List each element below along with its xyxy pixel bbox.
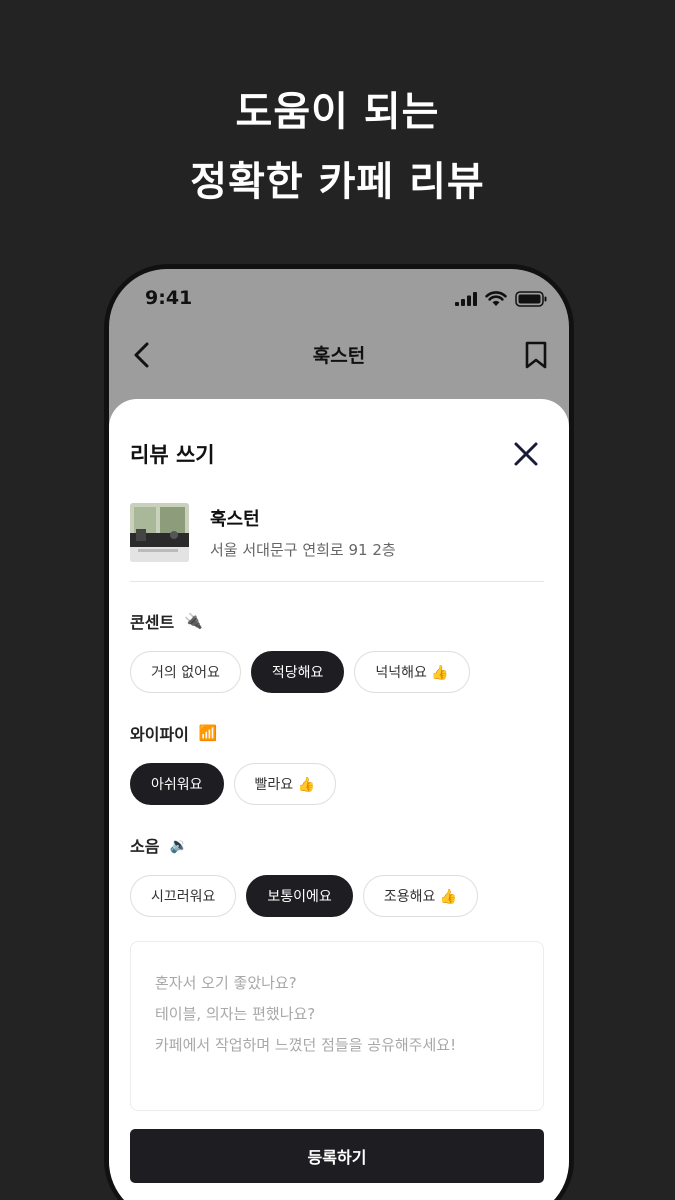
section-label-noise: 소음 🔉 xyxy=(130,833,188,857)
signal-icon xyxy=(455,292,477,306)
cafe-name: 훅스턴 xyxy=(210,509,260,530)
battery-icon xyxy=(515,291,547,307)
placeholder-line: 카페에서 작업하며 느꼈던 점들을 공유해주세요! xyxy=(155,1036,457,1054)
bookmark-icon[interactable] xyxy=(523,339,549,371)
section-title: 소음 xyxy=(130,837,160,856)
review-sheet: 리뷰 쓰기 훅스턴 서울 서대문구 연희로 91 2층 콘센트 🔌 거의 없어요… xyxy=(109,399,569,1200)
phone-frame: 9:41 훅스턴 리뷰 쓰기 훅스턴 서울 서대문구 연희로 91 2층 콘센트… xyxy=(104,264,574,1200)
section-title: 와이파이 xyxy=(130,725,189,744)
option-chip[interactable]: 조용해요 👍 xyxy=(362,875,479,917)
section-title: 콘센트 xyxy=(130,613,175,632)
signal-bars-icon: 📶 xyxy=(198,724,218,742)
cafe-info: 훅스턴 서울 서대문구 연희로 91 2층 xyxy=(130,503,544,583)
option-chip-selected[interactable]: 보통이에요 xyxy=(246,875,353,917)
nav-title: 훅스턴 xyxy=(312,345,366,367)
wifi-options: 아쉬워요 빨라요 👍 xyxy=(130,763,337,805)
option-chip[interactable]: 빨라요 👍 xyxy=(233,763,337,805)
headline-line-1: 도움이 되는 xyxy=(235,89,440,135)
sheet-title: 리뷰 쓰기 xyxy=(130,443,215,467)
review-textarea[interactable]: 혼자서 오기 좋았나요? 테이블, 의자는 편했나요? 카페에서 작업하며 느꼈… xyxy=(130,941,544,1111)
cafe-photo xyxy=(130,503,189,562)
plug-icon: 🔌 xyxy=(184,612,203,630)
wifi-icon xyxy=(485,291,507,306)
section-label-outlet: 콘센트 🔌 xyxy=(130,609,203,633)
close-icon[interactable] xyxy=(513,441,539,467)
option-chip[interactable]: 넉넉해요 👍 xyxy=(354,651,470,693)
top-nav: 훅스턴 xyxy=(109,335,569,375)
option-chip[interactable]: 거의 없어요 xyxy=(130,651,241,693)
option-chip-selected[interactable]: 적당해요 xyxy=(250,651,345,693)
option-chip[interactable]: 시끄러워요 xyxy=(130,875,237,917)
speaker-icon: 🔉 xyxy=(169,836,189,854)
status-bar: 9:41 xyxy=(109,287,569,317)
cafe-thumbnail xyxy=(130,503,189,562)
placeholder-line: 혼자서 오기 좋았나요? xyxy=(155,974,297,992)
option-chip-selected[interactable]: 아쉬워요 xyxy=(130,763,224,805)
submit-button[interactable]: 등록하기 xyxy=(130,1129,544,1183)
noise-options: 시끄러워요 보통이에요 조용해요 👍 xyxy=(130,875,479,917)
outlet-options: 거의 없어요 적당해요 넉넉해요 👍 xyxy=(130,651,470,693)
divider xyxy=(130,581,544,582)
headline-line-2: 정확한 카페 리뷰 xyxy=(190,159,485,205)
status-icons xyxy=(455,291,547,307)
phone-screen: 9:41 훅스턴 리뷰 쓰기 훅스턴 서울 서대문구 연희로 91 2층 콘센트… xyxy=(109,269,569,1200)
placeholder-line: 테이블, 의자는 편했나요? xyxy=(155,1005,316,1023)
section-label-wifi: 와이파이 📶 xyxy=(130,721,218,745)
cafe-address: 서울 서대문구 연희로 91 2층 xyxy=(210,541,396,559)
status-time: 9:41 xyxy=(145,287,193,309)
